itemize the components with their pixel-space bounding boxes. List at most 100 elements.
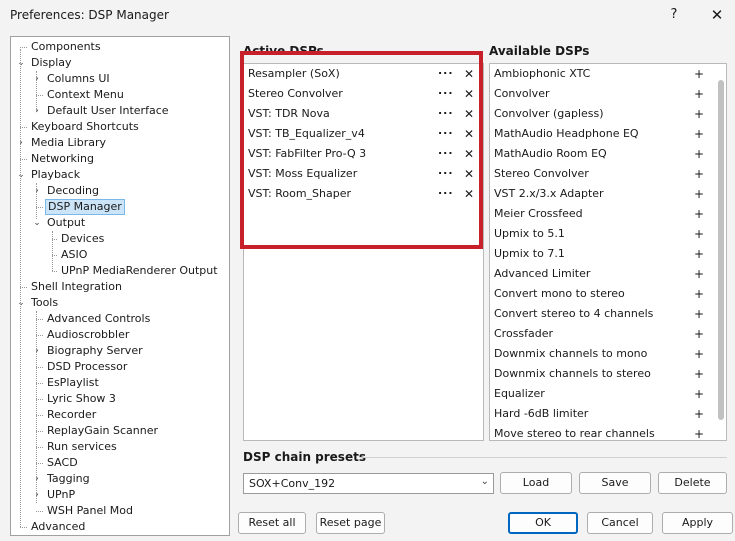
tree-item[interactable]: Lyric Show 3 <box>11 391 229 407</box>
available-dsp-item[interactable]: Stereo Convolver + <box>490 164 726 184</box>
tree-item[interactable]: › Default User Interface <box>11 103 229 119</box>
delete-preset-button[interactable]: Delete <box>658 472 727 494</box>
load-preset-button[interactable]: Load <box>500 472 572 494</box>
tree-item[interactable]: Keyboard Shortcuts <box>11 119 229 135</box>
tree-guide-line <box>36 71 37 111</box>
add-icon[interactable]: + <box>694 204 704 224</box>
available-dsp-item[interactable]: MathAudio Room EQ + <box>490 144 726 164</box>
tree-item[interactable]: Shell Integration <box>11 279 229 295</box>
collapse-chevron-icon[interactable]: ⌄ <box>32 215 42 231</box>
available-dsp-item[interactable]: Convert stereo to 4 channels + <box>490 304 726 324</box>
tree-item[interactable]: › Media Library <box>11 135 229 151</box>
add-icon[interactable]: + <box>694 364 704 384</box>
tree-item-label: Tools <box>31 296 59 309</box>
add-icon[interactable]: + <box>694 424 704 440</box>
expand-chevron-icon[interactable]: › <box>32 487 42 503</box>
tree-item-label: ReplayGain Scanner <box>47 424 158 437</box>
tree-item[interactable]: ⌄ Playback <box>11 167 229 183</box>
apply-button[interactable]: Apply <box>662 512 733 534</box>
available-dsp-item[interactable]: Move stereo to rear channels + <box>490 424 726 440</box>
available-dsp-item[interactable]: Meier Crossfeed + <box>490 204 726 224</box>
tree-connector <box>20 159 27 160</box>
tree-item[interactable]: ReplayGain Scanner <box>11 423 229 439</box>
tree-item[interactable]: Context Menu <box>11 87 229 103</box>
add-icon[interactable]: + <box>694 304 704 324</box>
available-dsp-item[interactable]: Downmix channels to stereo + <box>490 364 726 384</box>
tree-item[interactable]: › UPnP <box>11 487 229 503</box>
available-dsp-item[interactable]: Crossfader + <box>490 324 726 344</box>
tree-item[interactable]: DSD Processor <box>11 359 229 375</box>
available-dsp-item[interactable]: VST 2.x/3.x Adapter + <box>490 184 726 204</box>
tree-item[interactable]: ⌄ Tools <box>11 295 229 311</box>
tree-item[interactable]: Advanced <box>11 519 229 535</box>
available-dsp-item[interactable]: Convolver (gapless) + <box>490 104 726 124</box>
add-icon[interactable]: + <box>694 224 704 244</box>
tree-connector <box>36 511 43 512</box>
add-icon[interactable]: + <box>694 104 704 124</box>
reset-all-button[interactable]: Reset all <box>238 512 306 534</box>
reset-page-button[interactable]: Reset page <box>316 512 385 534</box>
preset-select[interactable]: SOX+Conv_192 ⌄ <box>243 473 494 494</box>
tree-item[interactable]: SACD <box>11 455 229 471</box>
expand-chevron-icon[interactable]: › <box>32 471 42 487</box>
add-icon[interactable]: + <box>694 284 704 304</box>
available-dsp-item[interactable]: Convert mono to stereo + <box>490 284 726 304</box>
help-button[interactable]: ? <box>662 4 686 26</box>
tree-item[interactable]: EsPlaylist <box>11 375 229 391</box>
tree-item[interactable]: WSH Panel Mod <box>11 503 229 519</box>
expand-chevron-icon[interactable]: › <box>32 71 42 87</box>
add-icon[interactable]: + <box>694 64 704 84</box>
tree-item[interactable]: Recorder <box>11 407 229 423</box>
available-dsp-item[interactable]: Upmix to 5.1 + <box>490 224 726 244</box>
add-icon[interactable]: + <box>694 324 704 344</box>
expand-chevron-icon[interactable]: › <box>32 183 42 199</box>
tree-item[interactable]: UPnP MediaRenderer Output <box>11 263 229 279</box>
ok-button[interactable]: OK <box>508 512 578 534</box>
add-icon[interactable]: + <box>694 124 704 144</box>
cancel-button[interactable]: Cancel <box>587 512 653 534</box>
expand-chevron-icon[interactable]: › <box>32 343 42 359</box>
available-dsp-item[interactable]: Ambiophonic XTC + <box>490 64 726 84</box>
tree-item[interactable]: ASIO <box>11 247 229 263</box>
tree-item[interactable]: › Columns UI <box>11 71 229 87</box>
available-dsp-item[interactable]: Hard -6dB limiter + <box>490 404 726 424</box>
preferences-tree[interactable]: Components ⌄ Display › Columns UI Context Men… <box>10 36 230 536</box>
close-button[interactable]: ✕ <box>705 4 729 26</box>
tree-item[interactable]: DSP Manager <box>11 199 229 215</box>
tree-item[interactable]: Audioscrobbler <box>11 327 229 343</box>
add-icon[interactable]: + <box>694 244 704 264</box>
tree-item[interactable]: ⌄ Output <box>11 215 229 231</box>
available-dsp-item[interactable]: Convolver + <box>490 84 726 104</box>
add-icon[interactable]: + <box>694 184 704 204</box>
add-icon[interactable]: + <box>694 384 704 404</box>
add-icon[interactable]: + <box>694 344 704 364</box>
tree-item[interactable]: ⌄ Display <box>11 55 229 71</box>
available-dsp-item[interactable]: MathAudio Headphone EQ + <box>490 124 726 144</box>
add-icon[interactable]: + <box>694 144 704 164</box>
collapse-chevron-icon[interactable]: ⌄ <box>16 167 26 183</box>
add-icon[interactable]: + <box>694 404 704 424</box>
tree-item[interactable]: Advanced Controls <box>11 311 229 327</box>
add-icon[interactable]: + <box>694 84 704 104</box>
save-preset-button[interactable]: Save <box>579 472 651 494</box>
tree-item[interactable]: › Biography Server <box>11 343 229 359</box>
available-dsps-list[interactable]: Ambiophonic XTC + Convolver + Convolver (gap… <box>489 63 727 441</box>
tree-item[interactable]: Networking <box>11 151 229 167</box>
tree-item[interactable]: Run services <box>11 439 229 455</box>
expand-chevron-icon[interactable]: › <box>16 135 26 151</box>
tree-item-label: Audioscrobbler <box>47 328 130 341</box>
available-dsp-name: Upmix to 7.1 <box>494 247 565 260</box>
available-dsp-item[interactable]: Upmix to 7.1 + <box>490 244 726 264</box>
available-dsp-item[interactable]: Advanced Limiter + <box>490 264 726 284</box>
tree-item[interactable]: Devices <box>11 231 229 247</box>
collapse-chevron-icon[interactable]: ⌄ <box>16 295 26 311</box>
collapse-chevron-icon[interactable]: ⌄ <box>16 55 26 71</box>
tree-item[interactable]: › Decoding <box>11 183 229 199</box>
tree-item[interactable]: › Tagging <box>11 471 229 487</box>
available-dsp-item[interactable]: Equalizer + <box>490 384 726 404</box>
tree-item[interactable]: Components <box>11 39 229 55</box>
available-dsp-item[interactable]: Downmix channels to mono + <box>490 344 726 364</box>
add-icon[interactable]: + <box>694 264 704 284</box>
expand-chevron-icon[interactable]: › <box>32 103 42 119</box>
add-icon[interactable]: + <box>694 164 704 184</box>
